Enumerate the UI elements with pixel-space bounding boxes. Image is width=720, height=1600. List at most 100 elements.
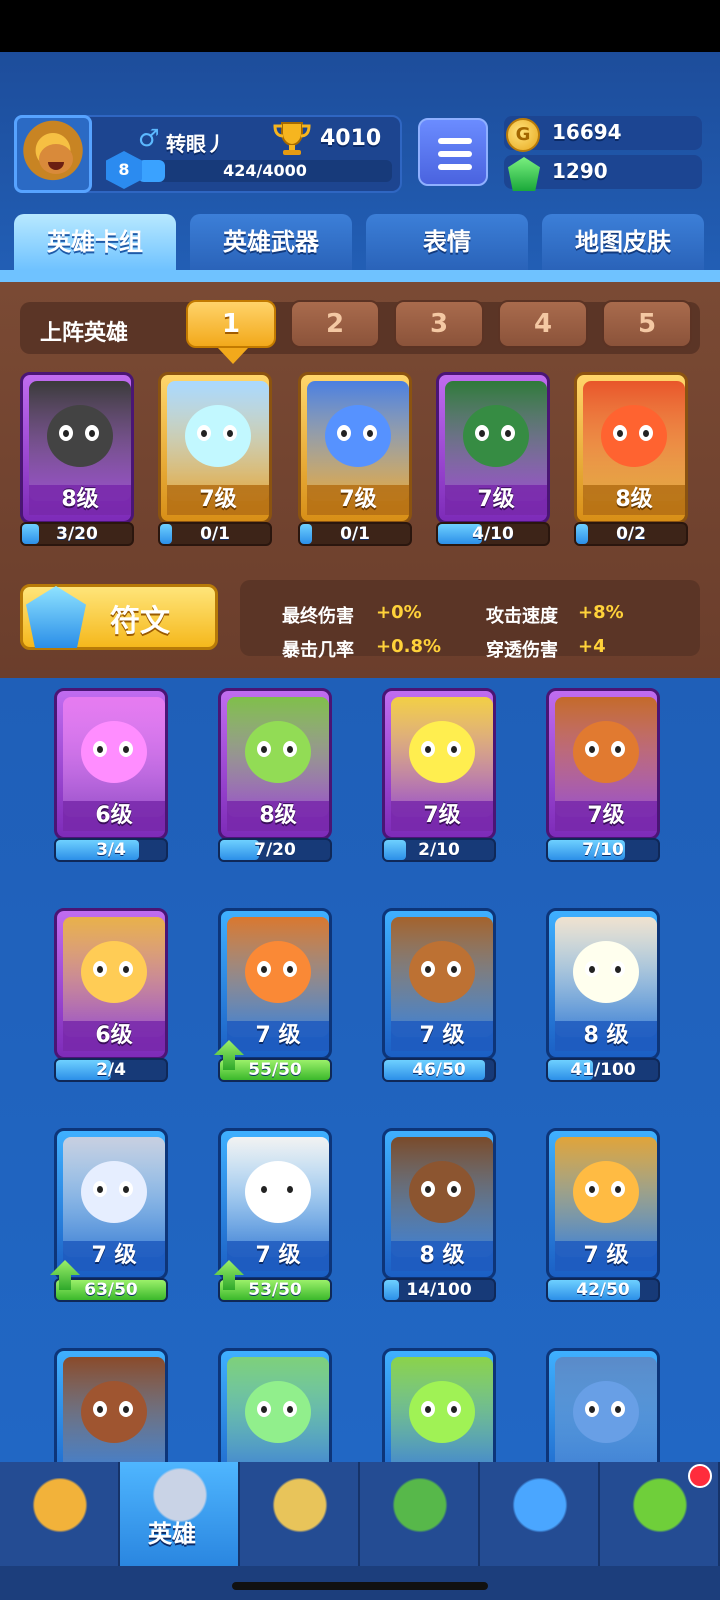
stat-pierce-damage-value: +4	[578, 636, 606, 657]
player-name: 转眼丿	[166, 132, 226, 156]
card-progress-bar: 55/50	[218, 1058, 332, 1082]
hero-face	[573, 1161, 639, 1223]
card-progress-bar: 14/100	[382, 1278, 496, 1302]
stat-attack-speed-name: 攻击速度	[486, 606, 558, 627]
collection-hero-card[interactable]: 7 级	[382, 908, 496, 1060]
hero-face	[245, 1161, 311, 1223]
lineup-slot-1[interactable]: 1	[186, 300, 276, 348]
collection-hero-card[interactable]: 7级	[382, 688, 496, 840]
lineup-slot-2[interactable]: 2	[290, 300, 380, 348]
hero-eye	[257, 1181, 271, 1197]
hero-level: 6级	[95, 803, 133, 828]
hero-eye	[639, 425, 653, 441]
card-progress-bar: 46/50	[382, 1058, 496, 1082]
hero-face	[409, 1381, 475, 1443]
hero-eye	[93, 741, 107, 757]
card-progress-text: 55/50	[248, 1060, 302, 1080]
card-progress-text: 53/50	[248, 1280, 302, 1300]
hero-level: 8级	[61, 487, 99, 512]
rune-label: 符文	[110, 604, 170, 639]
hero-eye	[93, 1401, 107, 1417]
lineup-hero-card[interactable]: 7级	[298, 372, 412, 524]
card-progress-bar: 7/20	[218, 838, 332, 862]
hero-face	[409, 1161, 475, 1223]
card-progress-bar: 0/1	[158, 522, 272, 546]
menu-button[interactable]	[418, 118, 488, 186]
collection-hero-card[interactable]: 7 级	[218, 908, 332, 1060]
collection-hero-card[interactable]: 7 级	[54, 1128, 168, 1280]
lineup-slot-3[interactable]: 3	[394, 300, 484, 348]
gold-amount: 16694	[552, 120, 622, 144]
home-indicator[interactable]	[232, 1582, 488, 1590]
hero-eye	[421, 1401, 435, 1417]
collection-hero-card[interactable]: 7级	[546, 688, 660, 840]
hero-level: 8 级	[583, 1023, 629, 1048]
collection-hero-card[interactable]: 8 级	[382, 1128, 496, 1280]
lineup-slot-4[interactable]: 4	[498, 300, 588, 348]
hero-face	[245, 941, 311, 1003]
hero-level: 7级	[199, 487, 237, 512]
hero-eye	[93, 961, 107, 977]
hero-level: 8级	[259, 803, 297, 828]
collection-hero-card[interactable]: 8 级	[546, 908, 660, 1060]
card-progress-text: 42/50	[576, 1280, 630, 1300]
hero-eye	[283, 741, 297, 757]
hero-eye	[447, 741, 461, 757]
card-progress-text: 3/20	[56, 524, 98, 544]
card-progress-text: 4/10	[472, 524, 514, 544]
gem-amount: 1290	[552, 159, 608, 183]
card-progress-bar: 2/10	[382, 838, 496, 862]
hero-level: 8 级	[419, 1243, 465, 1268]
card-progress-text: 14/100	[406, 1280, 472, 1300]
hero-eye	[283, 1401, 297, 1417]
card-progress-bar: 2/4	[54, 1058, 168, 1082]
hero-eye	[585, 741, 599, 757]
crown-shield-icon	[388, 1478, 452, 1538]
player-avatar[interactable]	[14, 115, 92, 193]
hero-eye	[223, 425, 237, 441]
trophy-count: 4010	[320, 126, 382, 151]
hero-eye	[447, 961, 461, 977]
lineup-hero-card[interactable]: 7级	[158, 372, 272, 524]
hero-eye	[611, 1401, 625, 1417]
collection-hero-card[interactable]: 7 级	[218, 1128, 332, 1280]
hero-eye	[119, 1401, 133, 1417]
lineup-slot-5[interactable]: 5	[602, 300, 692, 348]
hero-face	[185, 405, 251, 467]
hero-eye	[363, 425, 377, 441]
hero-eye	[475, 425, 489, 441]
notification-dot	[688, 1464, 712, 1488]
card-progress-bar: 0/1	[298, 522, 412, 546]
collection-hero-card[interactable]: 6级	[54, 688, 168, 840]
tab-underline	[0, 270, 720, 282]
lineup-hero-card[interactable]: 8级	[20, 372, 134, 524]
hero-eye	[197, 425, 211, 441]
sprout-island-icon	[628, 1478, 692, 1538]
hero-eye	[501, 425, 515, 441]
hero-level: 7 级	[91, 1243, 137, 1268]
tab-hero-deck[interactable]: 英雄卡组	[14, 214, 176, 270]
hero-face	[573, 721, 639, 783]
collection-hero-card[interactable]: 6级	[54, 908, 168, 1060]
card-progress-text: 63/50	[84, 1280, 138, 1300]
menu-icon-line	[438, 151, 472, 157]
hero-eye	[257, 961, 271, 977]
tab-map-skins[interactable]: 地图皮肤	[542, 214, 704, 270]
card-progress-text: 46/50	[412, 1060, 466, 1080]
nav-label-heroes: 英雄	[148, 1520, 196, 1548]
tab-hero-weapons[interactable]: 英雄武器	[190, 214, 352, 270]
card-progress-text: 0/1	[340, 524, 370, 544]
card-progress-text: 0/1	[200, 524, 230, 544]
stat-crit-rate-name: 暴击几率	[282, 640, 354, 661]
hero-eye	[613, 425, 627, 441]
hero-eye	[283, 961, 297, 977]
crossed-swords-icon	[268, 1478, 332, 1538]
card-progress-text: 7/20	[254, 840, 296, 860]
hero-eye	[59, 425, 73, 441]
collection-hero-card[interactable]: 7 级	[546, 1128, 660, 1280]
hero-level: 7级	[339, 487, 377, 512]
lineup-hero-card[interactable]: 8级	[574, 372, 688, 524]
tab-emotes[interactable]: 表情	[366, 214, 528, 270]
lineup-hero-card[interactable]: 7级	[436, 372, 550, 524]
collection-hero-card[interactable]: 8级	[218, 688, 332, 840]
